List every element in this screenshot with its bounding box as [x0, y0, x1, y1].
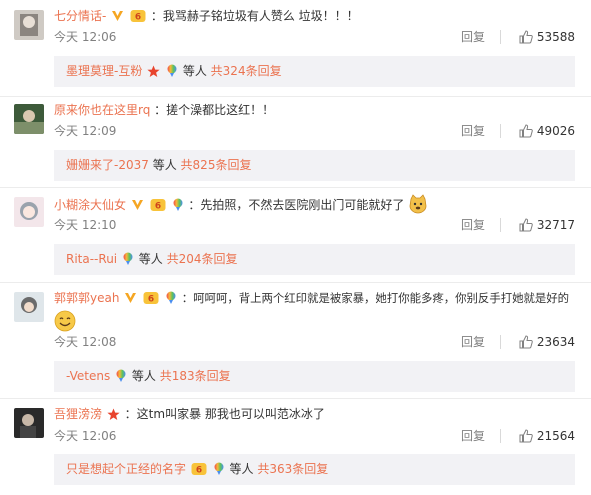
sub-reply-user[interactable]: Rita--Rui — [66, 252, 117, 266]
username-link[interactable]: 原来你也在这里rq — [54, 103, 150, 117]
reply-button[interactable]: 回复 — [461, 123, 485, 139]
divider — [500, 124, 501, 138]
rainbow-medal-icon — [122, 247, 134, 278]
comment-divider — [0, 187, 591, 188]
comment-time: 今天 12:09 — [54, 124, 117, 138]
avatar[interactable] — [14, 408, 44, 438]
like-count: 53588 — [536, 30, 575, 44]
rainbow-medal-icon — [115, 364, 127, 395]
comment-divider — [0, 96, 591, 97]
sub-reply-suffix: 等人 — [152, 158, 177, 172]
rainbow-medal-icon — [213, 457, 225, 488]
rainbow-medal-icon — [166, 59, 178, 90]
thumb-up-icon — [519, 429, 533, 443]
sub-reply-total[interactable]: 共204条回复 — [167, 252, 238, 266]
like-count: 32717 — [536, 218, 575, 232]
comment-time: 今天 12:06 — [54, 30, 117, 44]
avatar[interactable] — [14, 10, 44, 40]
like-button[interactable]: 53588 — [519, 29, 575, 45]
like-count: 21564 — [536, 429, 575, 443]
sub-reply-total[interactable]: 共825条回复 — [181, 158, 252, 172]
comment-divider — [0, 398, 591, 399]
sub-reply-total[interactable]: 共363条回复 — [257, 462, 328, 476]
divider — [500, 335, 501, 349]
comment-time: 今天 12:10 — [54, 218, 117, 232]
thumb-up-icon — [519, 124, 533, 138]
reply-button[interactable]: 回复 — [461, 29, 485, 45]
vip-badge-icon: 6 — [130, 9, 146, 28]
doge-emoji-icon — [408, 194, 428, 214]
like-button[interactable]: 21564 — [519, 428, 575, 444]
reply-button[interactable]: 回复 — [461, 217, 485, 233]
like-button[interactable]: 23634 — [519, 334, 575, 350]
sub-replies-box[interactable]: 只是想起个正经的名字 6 等人 共363条回复 — [54, 454, 575, 485]
comment-time: 今天 12:08 — [54, 335, 117, 349]
comment-text: ：搓个澡都比这红！！ — [154, 103, 275, 117]
comment-text: ：这tm叫家暴 那我也可以叫范冰冰了 — [124, 407, 325, 421]
sub-reply-total[interactable]: 共324条回复 — [211, 64, 282, 78]
v-badge-icon — [131, 198, 144, 217]
comment-text: ：先拍照，不然去医院刚出门可能就好了 — [188, 198, 405, 212]
svg-text:6: 6 — [135, 13, 141, 23]
sub-reply-total[interactable]: 共183条回复 — [160, 369, 231, 383]
smile-emoji-icon — [54, 310, 76, 335]
sub-reply-suffix: 等人 — [138, 252, 163, 266]
rainbow-medal-icon — [165, 291, 177, 310]
vip-badge-icon: 6 — [143, 291, 159, 310]
sub-reply-user[interactable]: 只是想起个正经的名字 — [66, 462, 186, 476]
svg-text:6: 6 — [155, 202, 161, 212]
sub-replies-box[interactable]: 墨理莫理-互粉 等人 共324条回复 — [54, 56, 575, 87]
svg-text:6: 6 — [148, 295, 154, 305]
comment-divider — [0, 282, 591, 283]
sub-replies-box[interactable]: 姗姗来了-2037 等人 共825条回复 — [54, 150, 575, 181]
reply-button[interactable]: 回复 — [461, 334, 485, 350]
thumb-up-icon — [519, 218, 533, 232]
like-count: 49026 — [536, 124, 575, 138]
divider — [500, 218, 501, 232]
v-badge-icon — [124, 291, 137, 310]
thumb-up-icon — [519, 30, 533, 44]
rainbow-medal-icon — [172, 198, 184, 217]
thumb-up-icon — [519, 335, 533, 349]
like-count: 23634 — [536, 335, 575, 349]
star-icon — [107, 408, 120, 426]
sub-replies-box[interactable]: -Vetens 等人 共183条回复 — [54, 361, 575, 392]
vip-badge-icon: 6 — [150, 198, 166, 217]
comment-time: 今天 12:06 — [54, 429, 117, 443]
sub-reply-user[interactable]: 墨理莫理-互粉 — [66, 64, 142, 78]
star-icon — [147, 59, 160, 90]
divider — [500, 429, 501, 443]
avatar[interactable] — [14, 104, 44, 134]
reply-button[interactable]: 回复 — [461, 428, 485, 444]
sub-reply-user[interactable]: -Vetens — [66, 369, 110, 383]
username-link[interactable]: 吾狸滂滂 — [54, 407, 102, 421]
sub-reply-suffix: 等人 — [229, 462, 254, 476]
divider — [500, 30, 501, 44]
like-button[interactable]: 32717 — [519, 217, 575, 233]
username-link[interactable]: 七分情话- — [54, 9, 106, 23]
username-link[interactable]: 小糊涂大仙女 — [54, 198, 126, 212]
username-link[interactable]: 郭郭郭yeah — [54, 291, 119, 305]
avatar[interactable] — [14, 197, 44, 227]
sub-reply-suffix: 等人 — [182, 64, 207, 78]
like-button[interactable]: 49026 — [519, 123, 575, 139]
avatar[interactable] — [14, 292, 44, 322]
comment-text: ：我骂赫子铭垃圾有人赞么 垃圾！！！ — [150, 9, 359, 23]
comment-text: ：呵呵呵，背上两个红印就是被家暴，她打你能多疼，你别反手打她就是好的 — [181, 291, 570, 305]
v-badge-icon — [111, 9, 124, 28]
sub-reply-user[interactable]: 姗姗来了-2037 — [66, 158, 149, 172]
vip-badge-icon: 6 — [191, 457, 207, 488]
sub-replies-box[interactable]: Rita--Rui 等人 共204条回复 — [54, 244, 575, 275]
svg-text:6: 6 — [196, 466, 202, 476]
sub-reply-suffix: 等人 — [131, 369, 156, 383]
